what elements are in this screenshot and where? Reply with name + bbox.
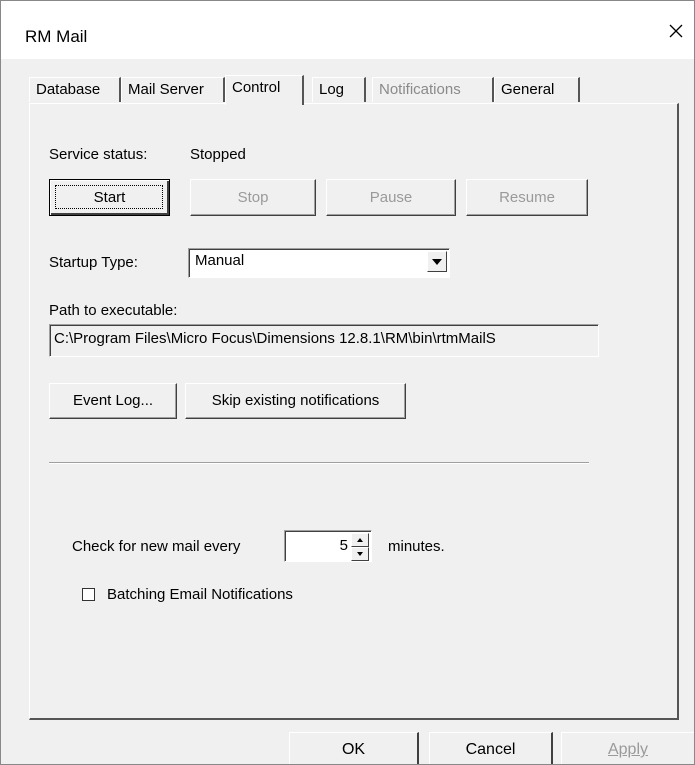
startup-type-value: Manual: [195, 252, 245, 269]
startup-type-label: Startup Type:: [49, 254, 138, 271]
tab-control[interactable]: Control: [225, 75, 304, 105]
spinner-down-icon: [357, 552, 363, 556]
check-mail-prefix-label: Check for new mail every: [72, 538, 241, 555]
resume-button: Resume: [466, 179, 588, 216]
dropdown-arrow-icon: [432, 258, 442, 265]
tab-database[interactable]: Database: [29, 77, 121, 102]
stop-button: Stop: [190, 179, 316, 216]
startup-type-select[interactable]: Manual: [188, 248, 450, 278]
dialog-body: Database Mail Server Control Log Notific…: [1, 59, 694, 764]
window-title: RM Mail: [25, 27, 88, 46]
start-button[interactable]: Start: [49, 179, 170, 216]
pause-button: Pause: [326, 179, 456, 216]
check-mail-suffix-label: minutes.: [388, 538, 445, 555]
rm-mail-dialog: RM Mail Database Mail Server Control Log…: [0, 0, 695, 765]
start-button-label: Start: [93, 189, 126, 206]
tab-mail-server[interactable]: Mail Server: [121, 77, 225, 102]
service-status-label: Service status:: [49, 146, 148, 163]
control-tab-panel: Service status: Stopped Start Stop Pause…: [29, 103, 679, 720]
ok-button[interactable]: OK: [289, 732, 419, 764]
dropdown-button[interactable]: [427, 251, 447, 272]
spinner-buttons: [351, 533, 369, 561]
close-icon: [669, 24, 683, 38]
path-to-executable-field[interactable]: C:\Program Files\Micro Focus\Dimensions …: [49, 324, 599, 357]
separator: [49, 462, 589, 464]
service-status-value: Stopped: [190, 146, 246, 163]
tab-general[interactable]: General: [494, 77, 580, 102]
title-bar: RM Mail: [1, 1, 694, 59]
event-log-button[interactable]: Event Log...: [49, 383, 177, 419]
close-button[interactable]: [658, 13, 694, 49]
spinner-up-icon: [357, 538, 363, 542]
path-label: Path to executable:: [49, 302, 178, 319]
batching-email-notifications-label: Batching Email Notifications: [107, 586, 293, 603]
spinner-up-button[interactable]: [351, 533, 369, 547]
apply-button-label: Apply: [607, 741, 649, 758]
path-to-executable-value: C:\Program Files\Micro Focus\Dimensions …: [54, 330, 496, 347]
batching-email-notifications-checkbox[interactable]: [82, 588, 95, 601]
spinner-down-button[interactable]: [351, 547, 369, 561]
tab-log[interactable]: Log: [312, 77, 366, 102]
apply-button: Apply: [561, 732, 694, 764]
check-interval-spinner[interactable]: 5: [284, 530, 372, 562]
check-interval-value: 5: [339, 537, 348, 554]
skip-existing-notifications-button[interactable]: Skip existing notifications: [185, 383, 406, 419]
tab-notifications: Notifications: [372, 77, 494, 102]
cancel-button[interactable]: Cancel: [429, 732, 553, 764]
